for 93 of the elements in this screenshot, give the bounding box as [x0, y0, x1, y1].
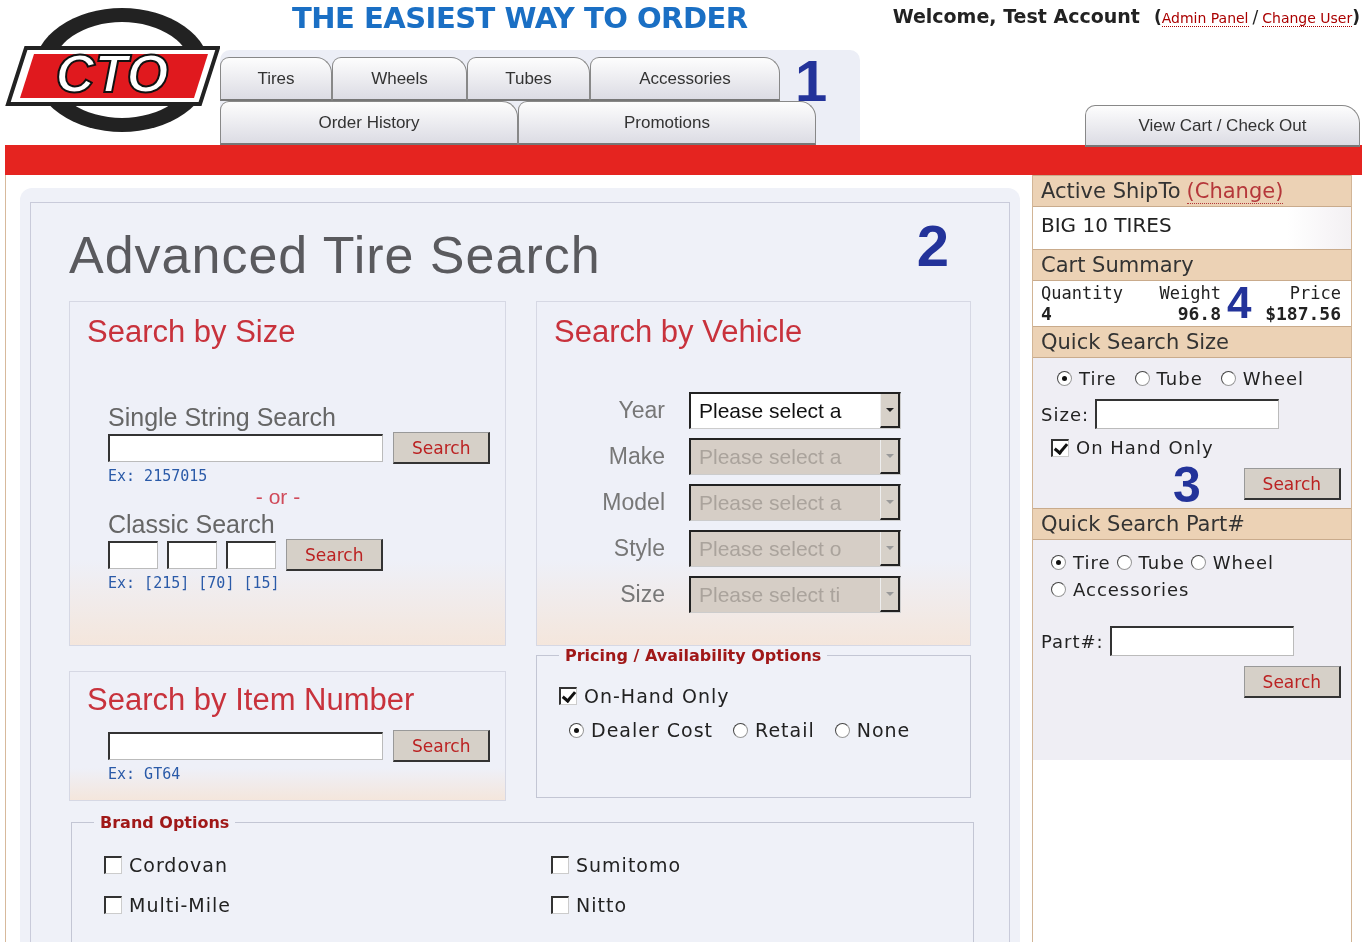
checkbox[interactable]: [1051, 438, 1069, 457]
radio-button[interactable]: [1051, 555, 1066, 570]
part-number-field[interactable]: [1109, 626, 1294, 656]
size-field[interactable]: [167, 541, 217, 569]
checkbox-label: Nitto: [576, 894, 627, 916]
example-text: Ex: [215] [70] [15]: [108, 574, 281, 592]
nav-tab[interactable]: Promotions: [518, 101, 816, 145]
tagline: THE EASIEST WAY TO ORDER: [291, 0, 749, 37]
option-label: Tube: [1156, 368, 1203, 389]
example-text: Ex: 2157015: [108, 467, 209, 485]
nav-tab[interactable]: Accessories: [590, 57, 780, 101]
checkbox[interactable]: [104, 896, 122, 914]
radio-button[interactable]: [1057, 371, 1072, 386]
logo: CTO: [4, 6, 220, 134]
card-title: Search by Vehicle: [553, 313, 804, 351]
column-label: Quantity: [1041, 283, 1124, 303]
radio-button[interactable]: [569, 722, 584, 738]
checkbox[interactable]: [559, 687, 577, 705]
section-heading: Quick Search Size: [1033, 326, 1351, 358]
checkbox-label: Sumitomo: [576, 854, 682, 876]
search-field[interactable]: [108, 434, 383, 462]
field-label: Make: [607, 443, 665, 470]
field-label: Size:: [1041, 403, 1089, 425]
option-label: Wheel: [1212, 552, 1275, 573]
section-heading: Quick Search Part#: [1033, 508, 1351, 540]
search-field[interactable]: [108, 732, 383, 760]
field-label: Single String Search: [108, 402, 337, 432]
radio-button[interactable]: [1116, 555, 1132, 570]
account-link[interactable]: Admin Panel: [1161, 10, 1249, 27]
radio-button[interactable]: [1190, 555, 1206, 570]
group-legend: Brand Options: [94, 813, 236, 832]
radio-button[interactable]: [1134, 371, 1150, 386]
field-label: Size: [619, 581, 665, 608]
column-label: Weight: [1159, 283, 1221, 303]
summary-value: $187.56: [1265, 303, 1341, 324]
nav-tab[interactable]: Wheels: [332, 57, 467, 101]
option-label: Accessories: [1073, 579, 1190, 600]
checkbox[interactable]: [551, 896, 569, 914]
option-label: Tire: [1079, 368, 1117, 389]
summary-value: 4: [1041, 303, 1053, 324]
callout-number: 2: [916, 217, 949, 275]
option-label: Dealer Cost: [591, 719, 714, 741]
callout-number: 3: [1173, 460, 1201, 510]
radio-button[interactable]: [834, 722, 850, 738]
nav-tab[interactable]: Tires: [220, 57, 332, 101]
field-label: Style: [612, 535, 665, 562]
field-label: Classic Search: [108, 509, 276, 539]
option-label: Tube: [1138, 552, 1185, 573]
card-title: Search by Item Number: [86, 681, 416, 719]
page-title: Advanced Tire Search: [69, 225, 601, 286]
parenthesis: (: [1153, 7, 1162, 27]
section-heading: Cart Summary: [1033, 249, 1351, 281]
group-legend: Pricing / Availability Options: [559, 646, 828, 665]
search-button[interactable]: Search: [1243, 468, 1341, 500]
column-label: Price: [1289, 283, 1341, 303]
option-label: Wheel: [1242, 368, 1305, 389]
welcome-text: Welcome, Test Account: [892, 5, 1140, 27]
size-field[interactable]: [226, 541, 276, 569]
field-label: Part#:: [1041, 630, 1104, 652]
radio-button[interactable]: [733, 722, 749, 738]
search-button[interactable]: Search: [286, 539, 384, 571]
cart-tab[interactable]: View Cart / Check Out: [1085, 105, 1360, 147]
checkbox-label: Cordovan: [129, 854, 228, 876]
nav-tab[interactable]: Tubes: [467, 57, 590, 101]
checkbox-label: On-Hand Only: [584, 685, 730, 707]
size-field[interactable]: [1095, 399, 1279, 429]
option-label: None: [856, 719, 911, 741]
search-button[interactable]: Search: [393, 730, 491, 762]
field-label: Model: [601, 489, 665, 516]
parenthesis: ): [1352, 7, 1360, 27]
checkbox[interactable]: [551, 856, 569, 874]
option-label: Retail: [755, 719, 815, 741]
nav-tab[interactable]: Order History: [220, 101, 518, 145]
callout-number: 4: [1227, 281, 1252, 325]
size-field[interactable]: [108, 541, 158, 569]
card-title: Search by Size: [86, 313, 297, 351]
search-button[interactable]: Search: [1243, 666, 1341, 698]
checkbox[interactable]: [104, 856, 122, 874]
search-button[interactable]: Search: [393, 432, 491, 464]
radio-button[interactable]: [1220, 371, 1236, 386]
dropdown[interactable]: Please select a: [689, 392, 901, 429]
field-label: Year: [617, 397, 665, 424]
checkbox-label: Multi-Mile: [129, 894, 231, 916]
summary-value: 96.8: [1177, 303, 1221, 324]
separator-text: - or -: [254, 485, 302, 509]
link-separator: /: [1252, 7, 1259, 27]
account-link[interactable]: Change User: [1262, 10, 1353, 27]
change-link[interactable]: (Change): [1186, 179, 1284, 204]
option-label: Tire: [1073, 552, 1111, 573]
checkbox-label: On Hand Only: [1076, 437, 1214, 458]
section-heading: Active ShipTo: [1041, 179, 1181, 203]
radio-button[interactable]: [1051, 582, 1066, 597]
example-text: Ex: GT64: [108, 765, 182, 783]
